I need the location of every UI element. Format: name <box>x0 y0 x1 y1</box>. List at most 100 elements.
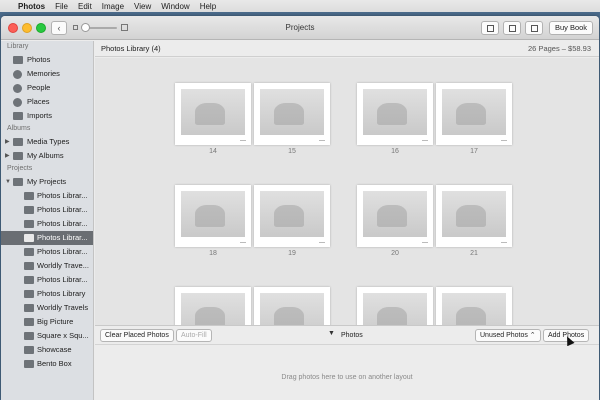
sidebar-item-project[interactable]: Worldly Travels <box>1 301 93 315</box>
buy-book-button[interactable]: Buy Book <box>549 21 593 35</box>
menu-app-photos[interactable]: Photos <box>18 2 45 11</box>
sidebar-item-label: Photos <box>27 55 51 64</box>
places-pin-icon <box>13 98 22 107</box>
project-book-icon <box>24 206 34 214</box>
sidebar-item-label: Imports <box>27 111 53 120</box>
menu-window[interactable]: Window <box>161 2 189 11</box>
menu-view[interactable]: View <box>134 2 151 11</box>
page-photo[interactable] <box>363 191 427 237</box>
photos-icon <box>13 56 23 64</box>
page-photo[interactable] <box>363 89 427 135</box>
sidebar-item-project[interactable]: Bento Box <box>1 357 93 371</box>
tray-hint-text: Drag photos here to use on another layou… <box>281 374 413 381</box>
book-pages-canvas[interactable]: 14 15 16 17 18 19 20 21 <box>95 58 599 325</box>
sidebar-item-project[interactable]: Worldly Trave... <box>1 259 93 273</box>
imports-icon <box>13 112 23 120</box>
sidebar-item-project[interactable]: Big Picture <box>1 315 93 329</box>
sidebar-item-project[interactable]: Photos Library <box>1 287 93 301</box>
book-page[interactable] <box>254 185 330 247</box>
book-page[interactable] <box>357 287 433 325</box>
project-book-icon <box>24 318 34 326</box>
sidebar-item-imports[interactable]: Imports <box>1 109 93 123</box>
book-page[interactable] <box>436 287 512 325</box>
title-bar: ‹ Projects Buy Book <box>1 16 599 40</box>
book-page[interactable] <box>254 287 330 325</box>
sidebar-item-label: Memories <box>27 69 60 78</box>
sidebar-item-label: Worldly Travels <box>37 303 89 312</box>
sidebar-item-project[interactable]: Photos Librar... <box>1 231 93 245</box>
fullscreen-window-button[interactable] <box>36 23 46 33</box>
clear-placed-photos-button[interactable]: Clear Placed Photos <box>100 329 174 342</box>
menu-edit[interactable]: Edit <box>78 2 92 11</box>
photos-tray[interactable]: Drag photos here to use on another layou… <box>95 346 599 400</box>
sidebar-item-project[interactable]: Photos Librar... <box>1 273 93 287</box>
project-header: Photos Library (4) 26 Pages – $58.93 <box>95 41 599 57</box>
sidebar-item-photos[interactable]: Photos <box>1 53 93 67</box>
sidebar-item-label: Square x Squ... <box>37 331 89 340</box>
sidebar-item-label: Places <box>27 97 50 106</box>
project-book-icon <box>24 192 34 200</box>
folder-icon <box>13 138 23 146</box>
project-book-icon <box>24 262 34 270</box>
sidebar-item-project[interactable]: Photos Librar... <box>1 217 93 231</box>
sidebar-item-project[interactable]: Photos Librar... <box>1 245 93 259</box>
page-photo[interactable] <box>442 293 506 325</box>
collapse-tray-chevron-icon[interactable]: ▼ <box>328 330 335 337</box>
sidebar-item-label: Photos Library <box>37 289 86 298</box>
layout-options-button[interactable] <box>503 21 521 35</box>
menu-image[interactable]: Image <box>102 2 124 11</box>
book-page[interactable] <box>436 83 512 145</box>
book-page[interactable] <box>175 83 251 145</box>
sidebar-item-label: My Projects <box>27 177 67 186</box>
page-photo[interactable] <box>260 293 324 325</box>
sidebar-item-places[interactable]: Places <box>1 95 93 109</box>
book-page[interactable] <box>436 185 512 247</box>
sidebar-section-albums: Albums <box>7 125 31 132</box>
zoom-slider-knob[interactable] <box>81 23 90 32</box>
menu-file[interactable]: File <box>55 2 68 11</box>
sidebar-item-my-albums[interactable]: ▶ My Albums <box>1 149 93 163</box>
sidebar-item-project[interactable]: Showcase <box>1 343 93 357</box>
disclosure-right-icon[interactable]: ▶ <box>5 135 10 149</box>
sidebar-item-project[interactable]: Square x Squ... <box>1 329 93 343</box>
page-footer-mark <box>501 140 507 141</box>
book-page[interactable] <box>175 185 251 247</box>
page-photo[interactable] <box>363 293 427 325</box>
page-photo[interactable] <box>181 191 245 237</box>
sidebar-item-my-projects[interactable]: ▼ My Projects <box>1 175 93 189</box>
menu-help[interactable]: Help <box>200 2 216 11</box>
book-page[interactable] <box>357 83 433 145</box>
page-photo[interactable] <box>260 191 324 237</box>
photos-window: ‹ Projects Buy Book Library Photos Memor… <box>1 16 599 400</box>
page-photo[interactable] <box>442 89 506 135</box>
page-footer-mark <box>319 242 325 243</box>
add-pages-icon <box>531 25 538 32</box>
book-page[interactable] <box>357 185 433 247</box>
add-pages-button[interactable] <box>525 21 543 35</box>
page-photo[interactable] <box>442 191 506 237</box>
sidebar-item-project[interactable]: Photos Librar... <box>1 203 93 217</box>
book-page[interactable] <box>175 287 251 325</box>
page-number: 18 <box>209 250 217 257</box>
disclosure-right-icon[interactable]: ▶ <box>5 149 10 163</box>
sidebar-item-label: Showcase <box>37 345 72 354</box>
folder-icon <box>13 178 23 186</box>
sidebar-item-label: Photos Librar... <box>37 247 88 256</box>
page-photo[interactable] <box>260 89 324 135</box>
auto-fill-button[interactable]: Auto-Fill <box>176 329 212 342</box>
book-page[interactable] <box>254 83 330 145</box>
sidebar-item-people[interactable]: People <box>1 81 93 95</box>
page-photo[interactable] <box>181 293 245 325</box>
book-settings-button[interactable] <box>481 21 499 35</box>
sidebar-item-label: Photos Librar... <box>37 219 88 228</box>
close-window-button[interactable] <box>8 23 18 33</box>
page-photo[interactable] <box>181 89 245 135</box>
sidebar-item-project[interactable]: Photos Librar... <box>1 189 93 203</box>
sidebar-item-memories[interactable]: Memories <box>1 67 93 81</box>
sidebar-item-media-types[interactable]: ▶ Media Types <box>1 135 93 149</box>
disclosure-down-icon[interactable]: ▼ <box>5 175 11 189</box>
minimize-window-button[interactable] <box>22 23 32 33</box>
unused-photos-select[interactable]: Unused Photos ⌃ <box>475 329 541 342</box>
back-button[interactable]: ‹ <box>51 21 67 35</box>
page-number: 21 <box>470 250 478 257</box>
